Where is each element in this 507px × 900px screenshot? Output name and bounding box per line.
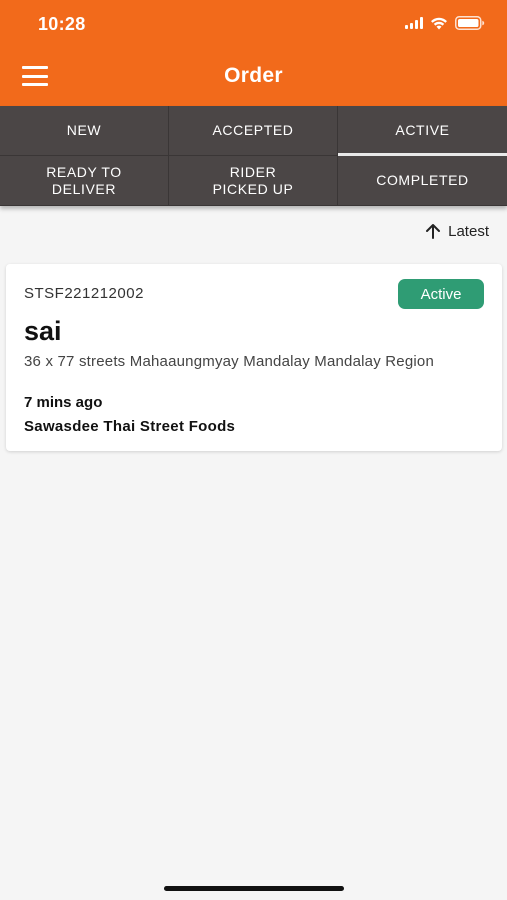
order-card[interactable]: STSF221212002 Active sai 36 x 77 streets… [6,264,502,451]
tab-label: ACCEPTED [212,122,294,138]
order-time: 7 mins ago [24,394,103,411]
app-header: 10:28 Order [0,0,507,106]
tab-label: READY TO DELIVER [46,163,122,197]
tab-active[interactable]: ACTIVE [338,106,507,156]
tab-label: RIDER PICKED UP [212,163,294,197]
order-id: STSF221212002 [24,285,144,302]
tab-label: ACTIVE [395,122,450,138]
tab-label: NEW [66,122,102,138]
battery-icon [455,16,485,30]
tab-accepted[interactable]: ACCEPTED [169,106,338,156]
delivery-address: 36 x 77 streets Mahaaungmyay Mandalay Ma… [24,353,434,370]
customer-name: sai [24,316,62,346]
app-screen: 10:28 Order NEW ACCEPTED ACTIVE READY TO… [0,0,507,900]
page-title: Order [224,64,283,87]
wifi-icon [430,17,448,30]
home-indicator [164,886,344,891]
restaurant-name: Sawasdee Thai Street Foods [24,418,236,435]
sort-latest-button[interactable]: Latest [424,222,489,240]
tab-completed[interactable]: COMPLETED [338,156,507,206]
tab-new[interactable]: NEW [0,106,169,156]
order-status-tabs: NEW ACCEPTED ACTIVE READY TO DELIVER RID… [0,106,507,206]
tab-ready-to-deliver[interactable]: READY TO DELIVER [0,156,169,206]
status-icons [405,16,485,30]
status-badge: Active [398,279,484,309]
sort-label: Latest [448,222,489,240]
arrow-up-icon [426,224,441,239]
signal-icon [405,17,423,29]
status-time: 10:28 [38,14,86,34]
tab-rider-picked-up[interactable]: RIDER PICKED UP [169,156,338,206]
tab-label: COMPLETED [376,172,469,188]
